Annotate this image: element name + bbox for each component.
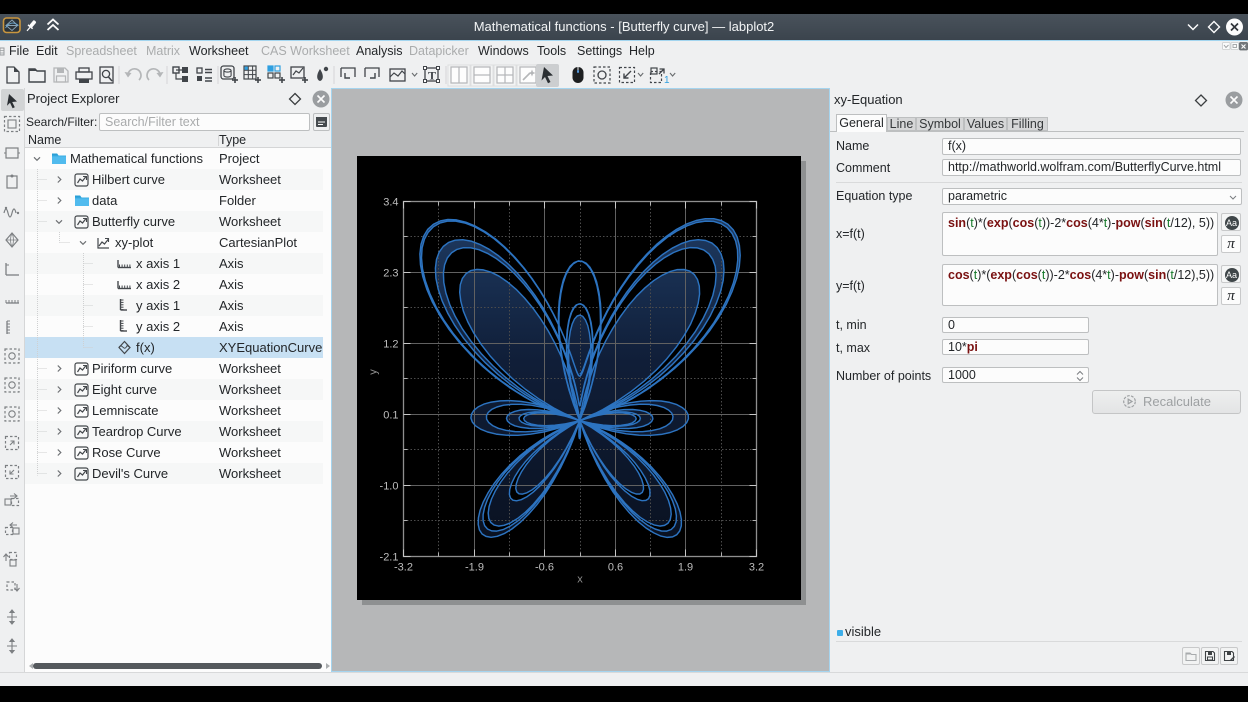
svg-text:1: 1 — [664, 75, 670, 86]
svg-text:x: x — [577, 574, 583, 586]
svg-text:-3.2: -3.2 — [394, 562, 413, 574]
svg-text:-1.0: -1.0 — [380, 481, 399, 493]
svg-text:0.6: 0.6 — [608, 562, 623, 574]
svg-text:3.4: 3.4 — [383, 197, 398, 209]
svg-text:-1.9: -1.9 — [465, 562, 484, 574]
svg-text:2.3: 2.3 — [383, 268, 398, 280]
svg-text:3.2: 3.2 — [749, 562, 764, 574]
svg-text:y: y — [368, 369, 380, 375]
svg-text:-0.6: -0.6 — [535, 562, 554, 574]
svg-text:T: T — [428, 69, 436, 83]
svg-text:1.2: 1.2 — [383, 339, 398, 351]
svg-text:1.9: 1.9 — [678, 562, 693, 574]
svg-text:0.1: 0.1 — [383, 410, 398, 422]
